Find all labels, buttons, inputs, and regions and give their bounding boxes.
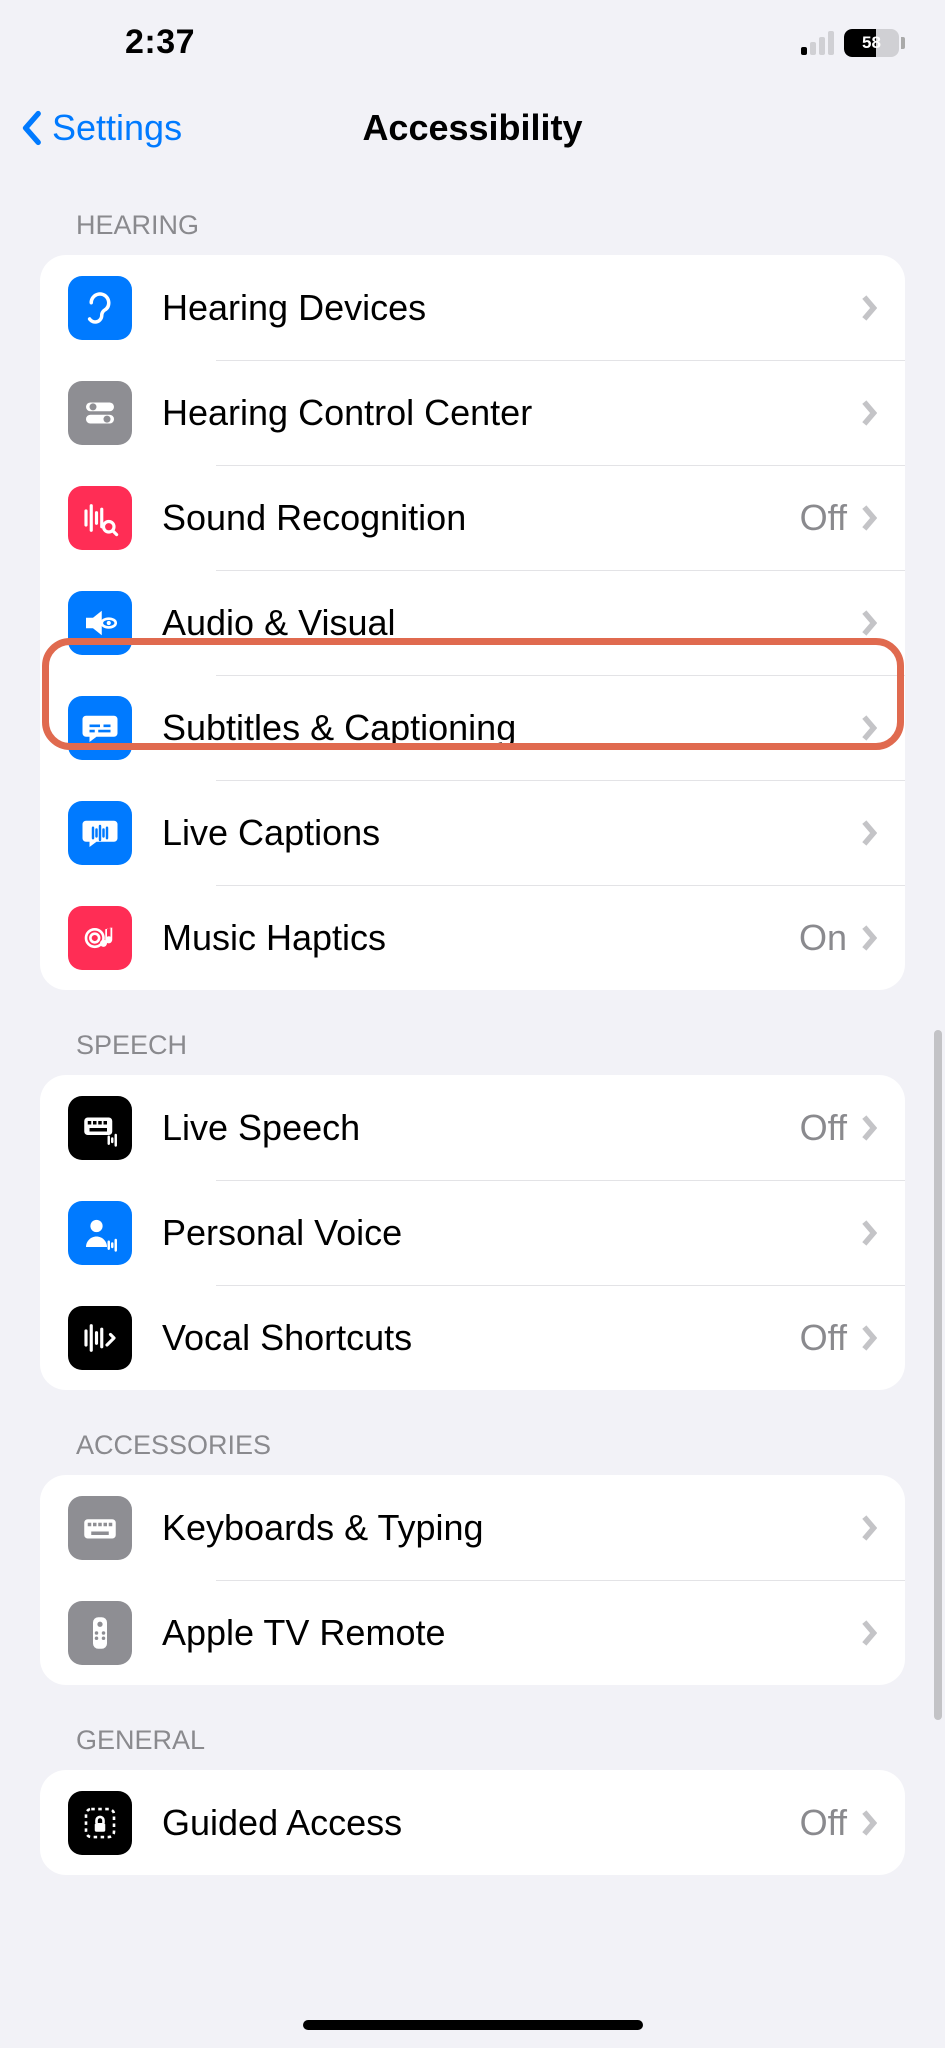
chevron-right-icon bbox=[861, 1514, 877, 1542]
chevron-right-icon bbox=[861, 924, 877, 952]
section-header-speech: SPEECH bbox=[40, 990, 905, 1075]
row-audio-visual[interactable]: Audio & Visual bbox=[40, 570, 905, 675]
status-time: 2:37 bbox=[125, 23, 195, 62]
row-hearing-control-center[interactable]: Hearing Control Center bbox=[40, 360, 905, 465]
keyboard-icon bbox=[68, 1496, 132, 1560]
row-label: Live Captions bbox=[162, 812, 861, 854]
status-right: 58 bbox=[801, 29, 905, 57]
scrollbar[interactable] bbox=[934, 1030, 942, 1720]
section-header-accessories: ACCESSORIES bbox=[40, 1390, 905, 1475]
group-general: Guided Access Off bbox=[40, 1770, 905, 1875]
chevron-right-icon bbox=[861, 1619, 877, 1647]
nav-bar: Settings Accessibility bbox=[0, 85, 945, 170]
battery-icon: 58 bbox=[844, 29, 905, 57]
row-personal-voice[interactable]: Personal Voice bbox=[40, 1180, 905, 1285]
chevron-right-icon bbox=[861, 819, 877, 847]
keyboard-wave-icon bbox=[68, 1096, 132, 1160]
row-label: Subtitles & Captioning bbox=[162, 707, 861, 749]
row-label: Apple TV Remote bbox=[162, 1612, 861, 1654]
ear-icon bbox=[68, 276, 132, 340]
chevron-right-icon bbox=[861, 399, 877, 427]
chevron-right-icon bbox=[861, 714, 877, 742]
row-label: Personal Voice bbox=[162, 1212, 861, 1254]
chevron-right-icon bbox=[861, 294, 877, 322]
tv-remote-icon bbox=[68, 1601, 132, 1665]
cellular-signal-icon bbox=[801, 31, 834, 55]
group-hearing: Hearing Devices Hearing Control Center S… bbox=[40, 255, 905, 990]
row-vocal-shortcuts[interactable]: Vocal Shortcuts Off bbox=[40, 1285, 905, 1390]
chevron-right-icon bbox=[861, 1219, 877, 1247]
sliders-icon bbox=[68, 381, 132, 445]
row-music-haptics[interactable]: Music Haptics On bbox=[40, 885, 905, 990]
row-hearing-devices[interactable]: Hearing Devices bbox=[40, 255, 905, 360]
row-label: Music Haptics bbox=[162, 917, 799, 959]
row-value: On bbox=[799, 917, 847, 959]
back-button[interactable]: Settings bbox=[20, 107, 182, 149]
row-label: Keyboards & Typing bbox=[162, 1507, 861, 1549]
chevron-right-icon bbox=[861, 1809, 877, 1837]
section-header-general: GENERAL bbox=[40, 1685, 905, 1770]
row-label: Sound Recognition bbox=[162, 497, 800, 539]
row-label: Vocal Shortcuts bbox=[162, 1317, 800, 1359]
row-label: Guided Access bbox=[162, 1802, 800, 1844]
lock-dashed-icon bbox=[68, 1791, 132, 1855]
speaker-eye-icon bbox=[68, 591, 132, 655]
row-value: Off bbox=[800, 1802, 847, 1844]
chevron-right-icon bbox=[861, 609, 877, 637]
person-wave-icon bbox=[68, 1201, 132, 1265]
group-speech: Live Speech Off Personal Voice Vocal Sho… bbox=[40, 1075, 905, 1390]
row-sound-recognition[interactable]: Sound Recognition Off bbox=[40, 465, 905, 570]
status-bar: 2:37 58 bbox=[0, 0, 945, 85]
back-label: Settings bbox=[52, 107, 182, 149]
group-accessories: Keyboards & Typing Apple TV Remote bbox=[40, 1475, 905, 1685]
waveform-search-icon bbox=[68, 486, 132, 550]
waveform-arrow-icon bbox=[68, 1306, 132, 1370]
row-keyboards-typing[interactable]: Keyboards & Typing bbox=[40, 1475, 905, 1580]
section-header-hearing: HEARING bbox=[40, 170, 905, 255]
row-subtitles-captioning[interactable]: Subtitles & Captioning bbox=[40, 675, 905, 780]
row-label: Audio & Visual bbox=[162, 602, 861, 644]
chevron-left-icon bbox=[20, 110, 42, 146]
home-indicator[interactable] bbox=[303, 2020, 643, 2030]
row-live-captions[interactable]: Live Captions bbox=[40, 780, 905, 885]
row-label: Hearing Control Center bbox=[162, 392, 861, 434]
music-haptics-icon bbox=[68, 906, 132, 970]
row-label: Live Speech bbox=[162, 1107, 800, 1149]
row-value: Off bbox=[800, 1107, 847, 1149]
chevron-right-icon bbox=[861, 504, 877, 532]
chevron-right-icon bbox=[861, 1324, 877, 1352]
row-value: Off bbox=[800, 497, 847, 539]
chevron-right-icon bbox=[861, 1114, 877, 1142]
live-caption-bubble-icon bbox=[68, 801, 132, 865]
row-live-speech[interactable]: Live Speech Off bbox=[40, 1075, 905, 1180]
page-title: Accessibility bbox=[362, 107, 582, 149]
row-label: Hearing Devices bbox=[162, 287, 861, 329]
row-guided-access[interactable]: Guided Access Off bbox=[40, 1770, 905, 1875]
caption-bubble-icon bbox=[68, 696, 132, 760]
row-value: Off bbox=[800, 1317, 847, 1359]
row-apple-tv-remote[interactable]: Apple TV Remote bbox=[40, 1580, 905, 1685]
